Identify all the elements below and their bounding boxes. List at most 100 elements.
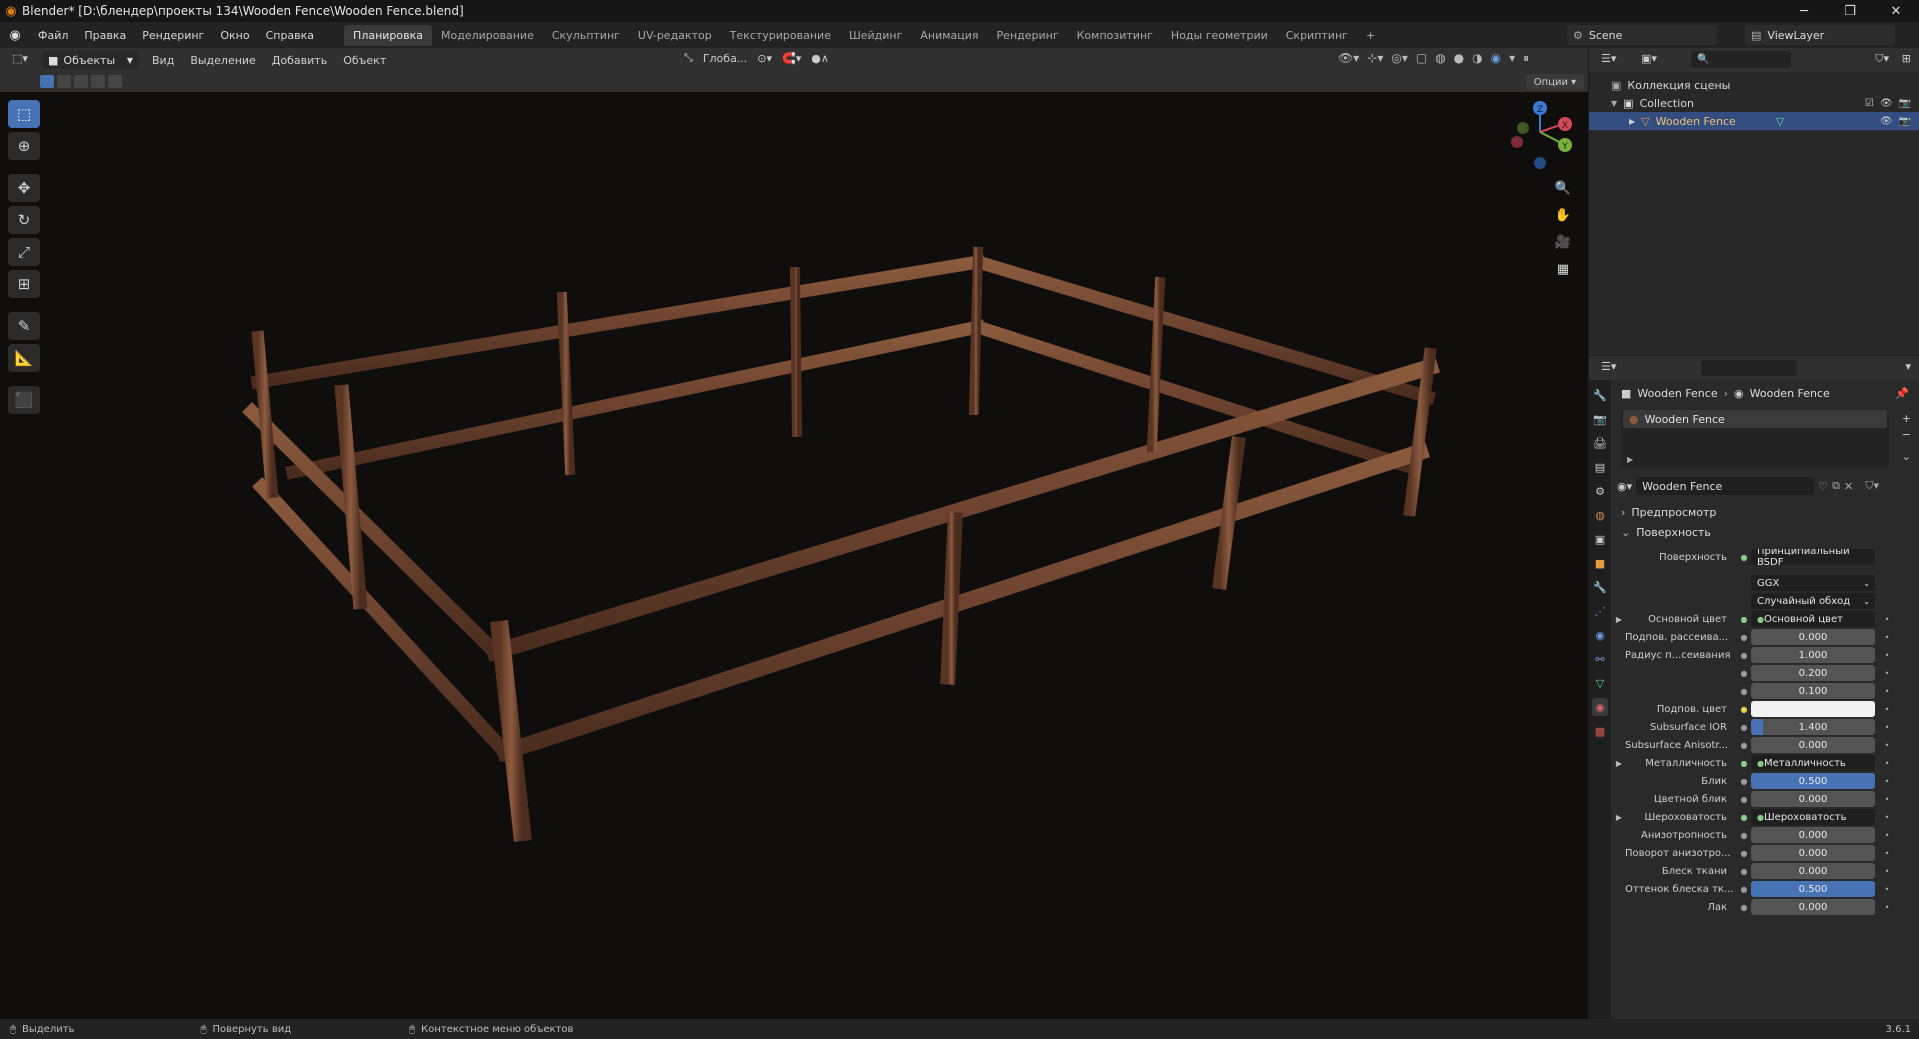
expand-toggle-icon[interactable]: ▶ <box>1613 813 1625 822</box>
linked-input-field[interactable]: ● Шероховатость <box>1751 809 1875 825</box>
solid-shading-icon[interactable]: ● <box>1454 51 1464 66</box>
tool-tab-icon[interactable]: 🔧 <box>1592 386 1608 404</box>
options-dropdown[interactable]: Опции ▾ <box>1526 74 1584 90</box>
select-invert-icon[interactable] <box>91 75 105 88</box>
socket-icon[interactable]: ● <box>1737 885 1751 894</box>
socket-icon[interactable]: ● <box>1737 759 1751 768</box>
3d-viewport[interactable]: ⬚ ⊕ ✥ ↻ ⤢ ⊞ ✎ 📐 ⬛ Z X Y 🔍 ✋ 🎥 ▦ <box>0 92 1588 1019</box>
keyframe-icon[interactable]: • <box>1881 651 1893 660</box>
preview-panel-header[interactable]: › Предпросмотр <box>1613 502 1919 522</box>
tab-scripting[interactable]: Скриптинг <box>1277 25 1357 46</box>
keyframe-icon[interactable]: • <box>1881 615 1893 624</box>
socket-icon[interactable]: ● <box>1737 651 1751 660</box>
menu-window[interactable]: Окно <box>212 29 257 42</box>
numeric-field[interactable]: 1.000 <box>1751 647 1875 663</box>
socket-icon[interactable]: ● <box>1737 831 1751 840</box>
expand-toggle-icon[interactable]: ▶ <box>1629 117 1635 126</box>
editor-type-icon[interactable]: ⬚▾ <box>12 52 28 65</box>
material-slot[interactable]: ● Wooden Fence <box>1623 410 1887 428</box>
xray-icon[interactable]: ▢ <box>1416 51 1427 66</box>
tab-geometry-nodes[interactable]: Ноды геометрии <box>1162 25 1277 46</box>
menu-file[interactable]: Файл <box>30 29 76 42</box>
shading-options-icon[interactable]: ▾ <box>1509 51 1515 66</box>
socket-icon[interactable]: ● <box>1737 777 1751 786</box>
surface-panel-header[interactable]: ⌄ Поверхность <box>1613 522 1919 542</box>
expand-toggle-icon[interactable]: ▶ <box>1627 455 1633 464</box>
socket-icon[interactable]: ● <box>1737 813 1751 822</box>
zoom-icon[interactable]: 🔍 <box>1551 176 1575 200</box>
properties-editor-icon[interactable]: ☰▾ <box>1601 360 1616 373</box>
view-layer-tab-icon[interactable]: ▤ <box>1592 458 1608 476</box>
socket-icon[interactable]: ● <box>1737 633 1751 642</box>
menu-help[interactable]: Справка <box>258 29 322 42</box>
socket-icon[interactable]: ● <box>1737 795 1751 804</box>
material-browse-icon[interactable]: ◉▾ <box>1617 480 1632 493</box>
numeric-field[interactable]: 1.400 <box>1751 719 1875 735</box>
socket-icon[interactable]: ● <box>1737 723 1751 732</box>
distribution-dropdown[interactable]: GGX ⌄ <box>1751 575 1875 591</box>
eye-icon[interactable]: 👁 <box>1880 98 1893 109</box>
scene-tab-icon[interactable]: ⚙ <box>1592 482 1608 500</box>
outliner-editor-icon[interactable]: ☰▾ <box>1601 52 1616 65</box>
menu-select[interactable]: Выделение <box>182 54 264 67</box>
proportional-edit-icon[interactable]: ●∧ <box>811 52 829 65</box>
camera-icon[interactable]: 📷 <box>1899 98 1911 109</box>
subsurface-method-dropdown[interactable]: Случайный обход ⌄ <box>1751 593 1875 609</box>
ortho-grid-icon[interactable]: ▦ <box>1551 257 1575 281</box>
select-box-tool[interactable]: ⬚ <box>8 100 40 128</box>
keyframe-icon[interactable]: • <box>1881 669 1893 678</box>
numeric-field[interactable]: 0.000 <box>1751 791 1875 807</box>
keyframe-icon[interactable]: • <box>1881 885 1893 894</box>
socket-icon[interactable]: ● <box>1737 849 1751 858</box>
transform-tool[interactable]: ⊞ <box>8 270 40 298</box>
numeric-field[interactable]: 0.000 <box>1751 899 1875 915</box>
select-extend-icon[interactable] <box>57 75 71 88</box>
snap-icon[interactable]: 🧲▾ <box>782 52 801 65</box>
tab-modeling[interactable]: Моделирование <box>432 25 543 46</box>
rendered-shading-icon[interactable]: ◉ <box>1491 51 1501 66</box>
keyframe-icon[interactable]: • <box>1881 759 1893 768</box>
gizmo-toggle-icon[interactable]: ⊹▾ <box>1367 51 1383 66</box>
maximize-button[interactable]: ❐ <box>1827 0 1873 22</box>
outliner-search-input[interactable]: 🔍 <box>1691 51 1791 68</box>
collection-tab-icon[interactable]: ▣ <box>1592 530 1608 548</box>
new-collection-icon[interactable]: ⊞ <box>1902 52 1911 65</box>
minimize-button[interactable]: ─ <box>1781 0 1827 22</box>
tree-row-scene-collection[interactable]: ▣ Коллекция сцены <box>1589 76 1919 94</box>
camera-view-icon[interactable]: 🎥 <box>1551 230 1575 254</box>
keyframe-icon[interactable]: • <box>1881 777 1893 786</box>
numeric-field[interactable]: 0.000 <box>1751 737 1875 753</box>
move-tool[interactable]: ✥ <box>8 174 40 202</box>
keyframe-icon[interactable]: • <box>1881 723 1893 732</box>
numeric-field[interactable]: 0.200 <box>1751 665 1875 681</box>
keyframe-icon[interactable]: • <box>1881 813 1893 822</box>
cursor-tool[interactable]: ⊕ <box>8 132 40 160</box>
menu-view[interactable]: Вид <box>144 54 182 67</box>
tab-texture-paint[interactable]: Текстурирование <box>721 25 840 46</box>
mode-selector[interactable]: ■ Объекты ▼ <box>42 51 138 69</box>
view-layer-selector[interactable]: ▤ ViewLayer <box>1745 25 1895 45</box>
tab-rendering[interactable]: Рендеринг <box>988 25 1068 46</box>
tree-row-collection[interactable]: ▼ ▣ Collection ☑ 👁 📷 <box>1589 94 1919 112</box>
physics-tab-icon[interactable]: ◉ <box>1592 626 1608 644</box>
keyframe-icon[interactable]: • <box>1881 795 1893 804</box>
tab-shading[interactable]: Шейдинг <box>840 25 911 46</box>
eye-icon[interactable]: 👁 <box>1880 116 1893 127</box>
blender-menu-icon[interactable]: ◉ <box>0 28 30 43</box>
socket-icon[interactable]: ● <box>1737 687 1751 696</box>
texture-tab-icon[interactable]: ▩ <box>1592 722 1608 740</box>
select-subtract-icon[interactable] <box>74 75 88 88</box>
add-workspace-button[interactable]: + <box>1357 25 1384 46</box>
particles-tab-icon[interactable]: ⋰ <box>1592 602 1608 620</box>
pivot-icon[interactable]: ⊙▾ <box>757 52 772 65</box>
keyframe-icon[interactable]: • <box>1881 831 1893 840</box>
numeric-field[interactable]: 0.500 <box>1751 881 1875 897</box>
material-name-field[interactable]: Wooden Fence <box>1636 477 1815 495</box>
socket-icon[interactable]: ● <box>1737 867 1751 876</box>
menu-add[interactable]: Добавить <box>264 54 335 67</box>
scene-selector[interactable]: ⚙ Scene <box>1567 25 1717 45</box>
add-slot-button[interactable]: + <box>1902 412 1911 425</box>
world-tab-icon[interactable]: ◍ <box>1592 506 1608 524</box>
expand-toggle-icon[interactable]: ▶ <box>1613 615 1625 624</box>
pause-render-icon[interactable]: ⏸ <box>1523 51 1529 66</box>
